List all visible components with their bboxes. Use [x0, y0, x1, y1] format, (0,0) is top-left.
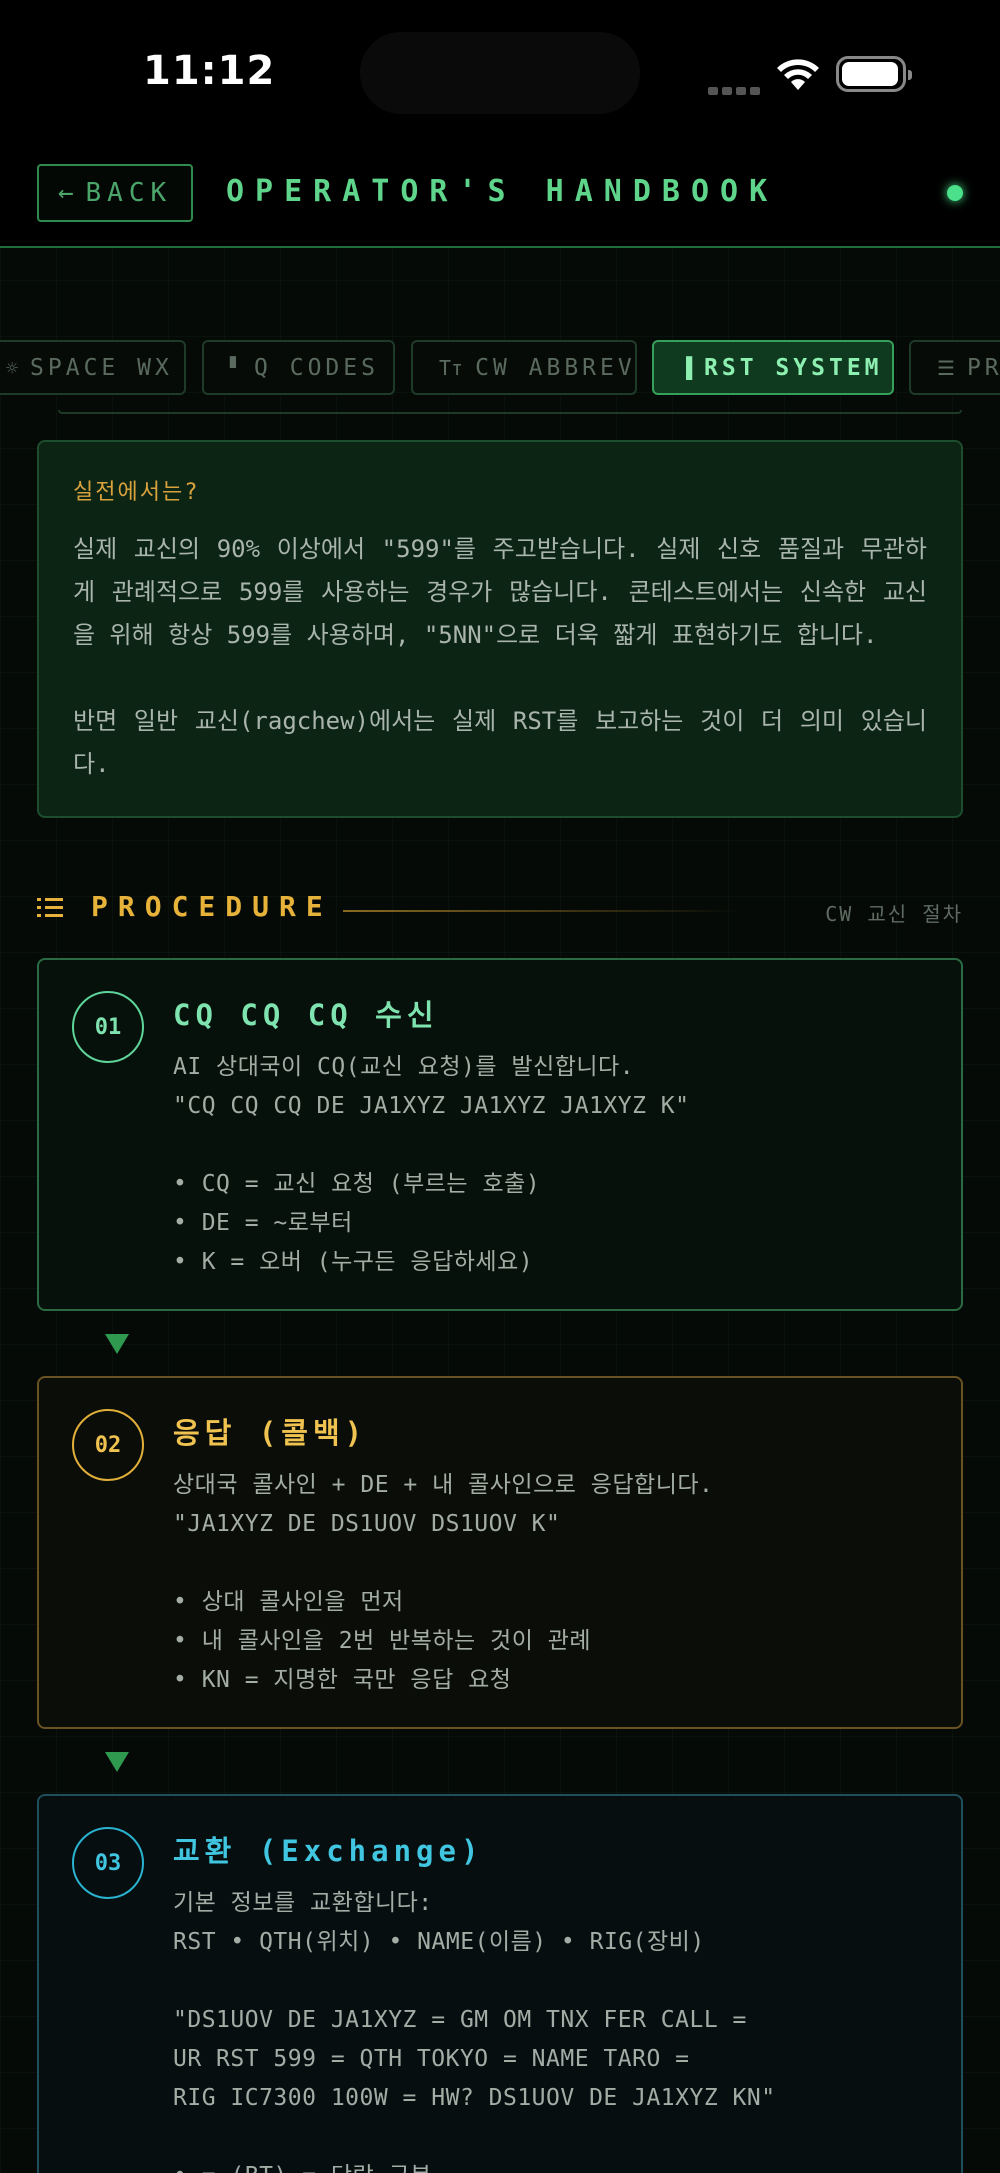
procedure-section-header: PROCEDURE CW 교신 절차 — [37, 890, 963, 930]
arrow-down-icon — [105, 1752, 129, 1772]
step-card: 01 CQ CQ CQ 수신 AI 상대국이 CQ(교신 요청)를 발신합니다.… — [37, 958, 963, 1311]
wifi-icon — [777, 59, 819, 90]
step-title: 교환 (Exchange) — [173, 1834, 484, 1868]
step-body: AI 상대국이 CQ(교신 요청)를 발신합니다. "CQ CQ CQ DE J… — [173, 1054, 690, 1275]
tab-rst-system[interactable]: ▐ RST SYSTEM — [652, 340, 894, 395]
section-subtitle: CW 교신 절차 — [825, 902, 963, 926]
list-icon: ☰ — [937, 355, 955, 380]
step-card: 02 응답 (콜백) 상대국 콜사인 + DE + 내 콜사인으로 응답합니다.… — [37, 1376, 963, 1729]
step-number-badge: 03 — [72, 1827, 144, 1899]
tip-title: 실전에서는? — [73, 480, 200, 505]
tip-body: 실제 교신의 90% 이상에서 "599"를 주고받습니다. 실제 신호 품질과… — [73, 528, 927, 786]
step-card: 03 교환 (Exchange) 기본 정보를 교환합니다: RST • QTH… — [37, 1794, 963, 2173]
arrow-down-icon — [105, 1334, 129, 1354]
tab-label: CW ABBREV — [475, 354, 636, 381]
tab-label: RST SYSTEM — [704, 354, 883, 381]
tab-label: Q CODES — [254, 354, 379, 381]
previous-card-edge — [58, 410, 962, 414]
tip-card: 실전에서는? 실제 교신의 90% 이상에서 "599"를 주고받습니다. 실제… — [37, 440, 963, 818]
list-icon — [37, 898, 63, 917]
bar-chart-icon: ▐ — [680, 355, 693, 380]
step-title: 응답 (콜백) — [173, 1416, 368, 1450]
cellular-signal-icon — [708, 80, 764, 99]
step-title: CQ CQ CQ 수신 — [173, 998, 439, 1032]
status-time: 11:12 — [143, 48, 276, 94]
section-title: PROCEDURE — [91, 890, 333, 923]
arrow-left-icon: ← — [57, 178, 74, 208]
tab-label: PR — [966, 354, 1000, 381]
status-bar: 11:12 — [0, 0, 1000, 140]
section-divider — [343, 910, 743, 912]
tab-label: SPACE WX — [30, 354, 173, 381]
tab-q-codes[interactable]: ▘ Q CODES — [202, 340, 395, 395]
tip-paragraph: 반면 일반 교신(ragchew)에서는 실제 RST를 보고하는 것이 더 의… — [73, 707, 927, 778]
text-size-icon: Tт — [439, 355, 464, 380]
dynamic-island — [360, 32, 640, 114]
app-header: ← BACK OPERATOR'S HANDBOOK — [0, 140, 1000, 248]
back-button[interactable]: ← BACK — [37, 164, 193, 222]
page-title: OPERATOR'S HANDBOOK — [226, 174, 779, 209]
step-number-badge: 01 — [72, 991, 144, 1063]
back-label: BACK — [85, 178, 173, 208]
step-body: 상대국 콜사인 + DE + 내 콜사인으로 응답합니다. "JA1XYZ DE… — [173, 1472, 714, 1693]
step-body: 기본 정보를 교환합니다: RST • QTH(위치) • NAME(이름) •… — [173, 1890, 776, 2173]
battery-icon — [836, 56, 912, 92]
sun-icon: ☼ — [6, 355, 19, 380]
book-icon: ▘ — [230, 355, 243, 380]
status-indicator-dot — [947, 185, 963, 201]
category-tabs: ☼ SPACE WX ▘ Q CODES Tт CW ABBREV ▐ RST … — [0, 340, 1000, 396]
tab-cw-abbrev[interactable]: Tт CW ABBREV — [411, 340, 637, 395]
tab-space-wx[interactable]: ☼ SPACE WX — [0, 340, 186, 395]
tab-procedure[interactable]: ☰ PR — [909, 340, 1000, 395]
step-number-badge: 02 — [72, 1409, 144, 1481]
tip-paragraph: 실제 교신의 90% 이상에서 "599"를 주고받습니다. 실제 신호 품질과… — [73, 535, 927, 649]
